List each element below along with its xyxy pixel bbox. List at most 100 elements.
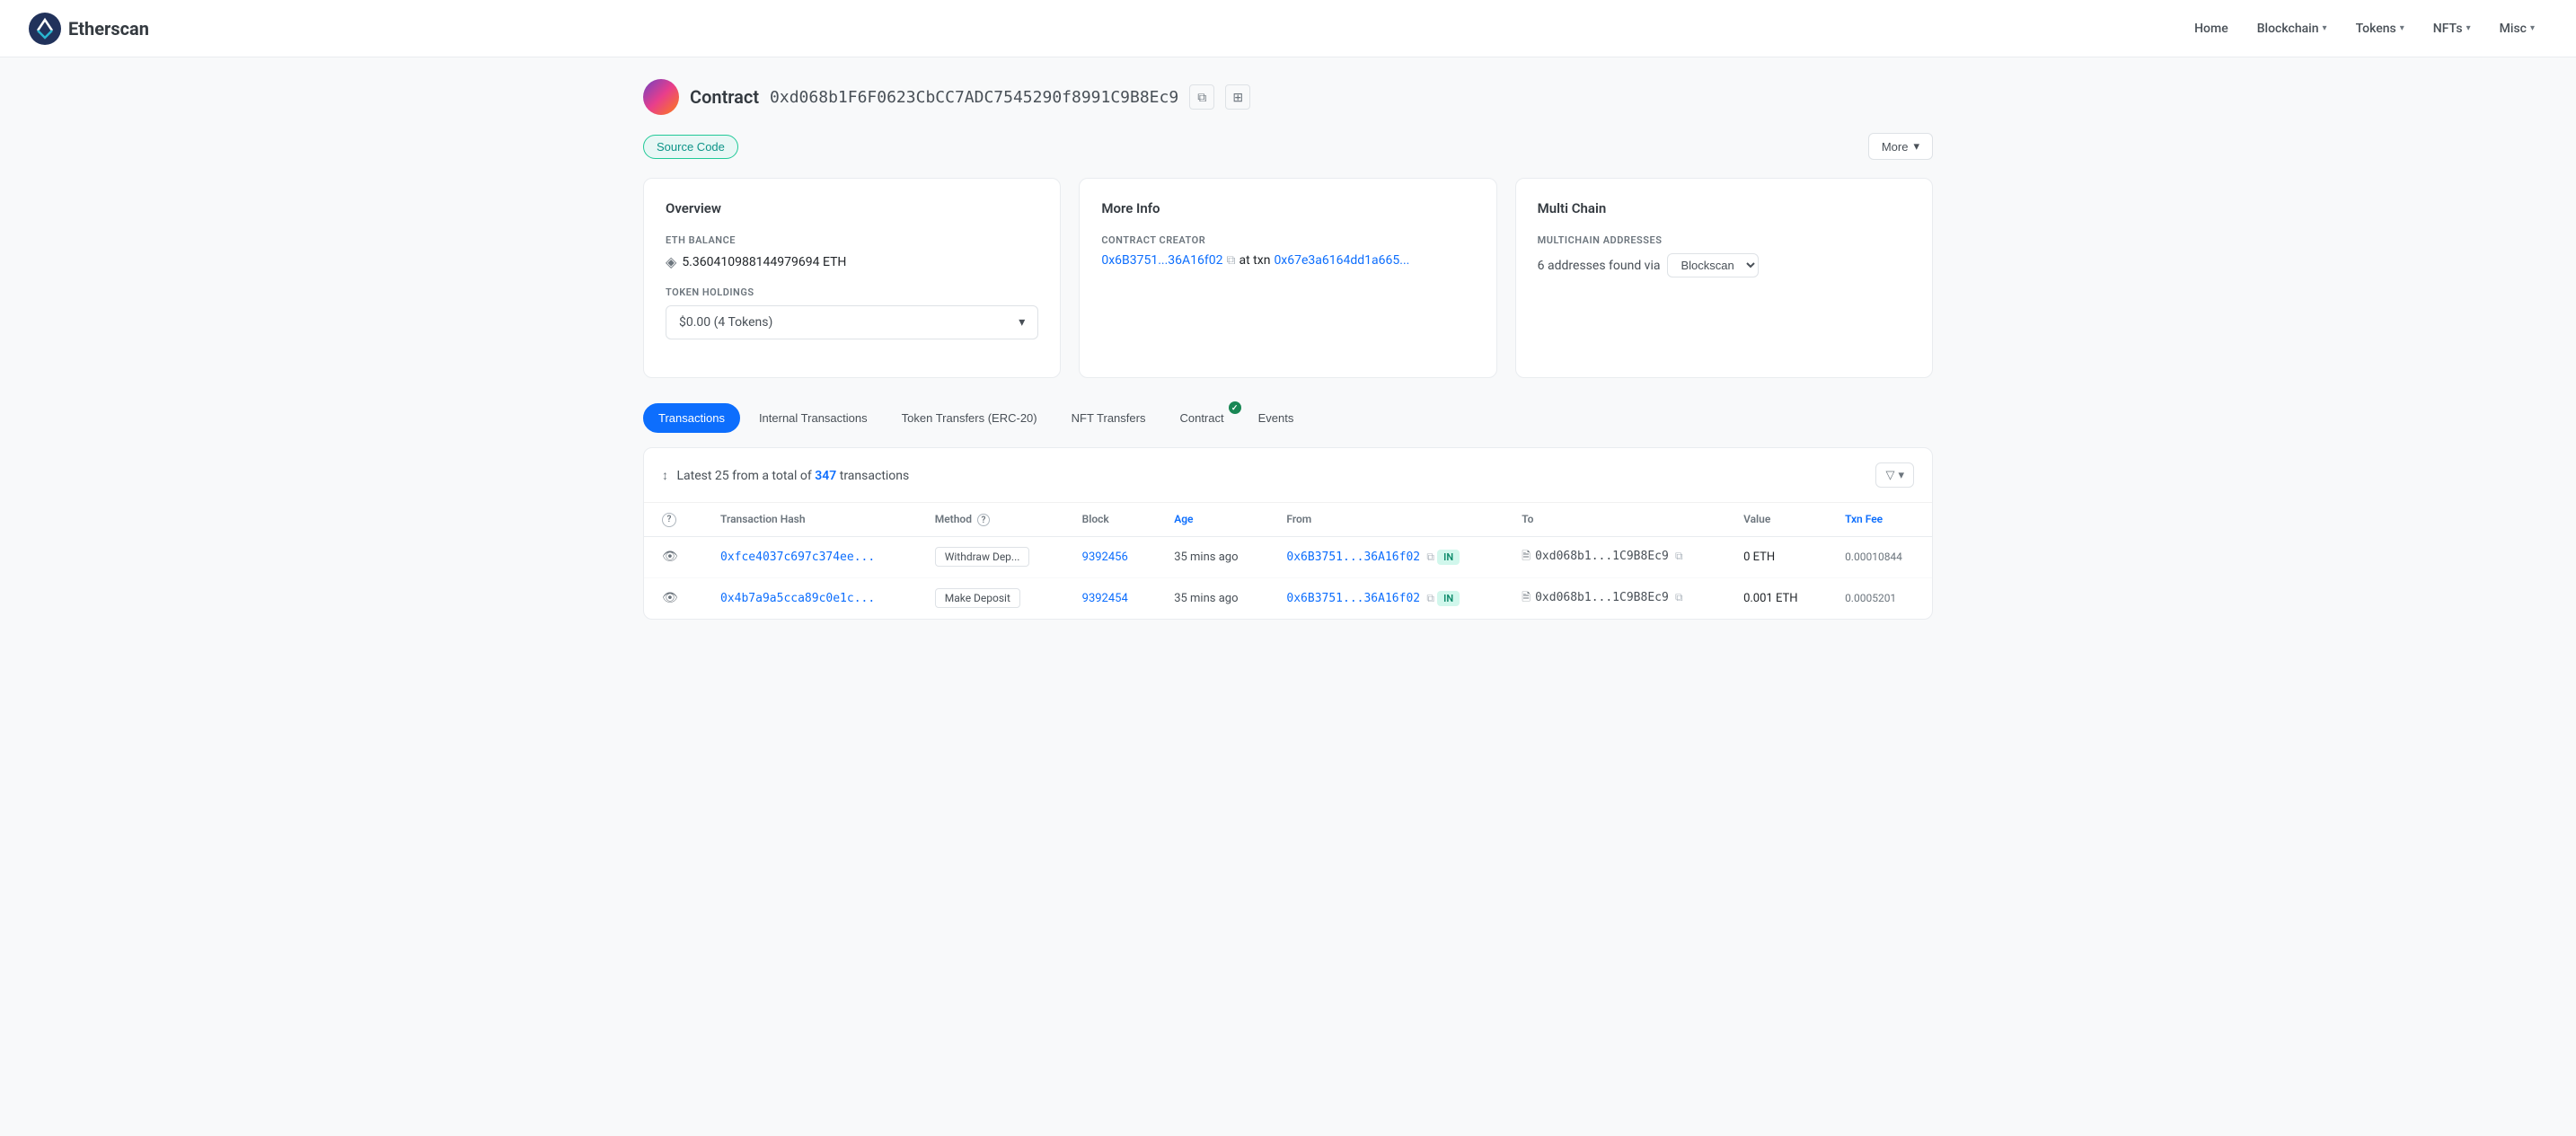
contract-creator-section: CONTRACT CREATOR 0x6B3751...36A16f02 ⧉ a… [1101,234,1474,268]
in-badge: IN [1437,550,1460,565]
eye-icon[interactable]: 👁 [662,550,678,564]
document-icon: 🗎 [1522,591,1531,603]
chevron-down-icon: ▾ [2530,23,2535,33]
to-address-link[interactable]: 0xd068b1...1C9B8Ec9 [1535,591,1669,604]
col-age: Age [1156,503,1268,536]
copy-icon[interactable]: ⧉ [1426,592,1434,604]
chevron-down-icon: ▾ [1898,468,1904,482]
chevron-down-icon: ▾ [1913,139,1919,154]
source-code-badge[interactable]: Source Code [643,135,738,159]
creator-address-link[interactable]: 0x6B3751...36A16f02 [1101,253,1222,268]
txn-fee-link[interactable]: Txn Fee [1845,513,1883,525]
col-block: Block [1064,503,1157,536]
multi-chain-card: Multi Chain MULTICHAIN ADDRESSES 6 addre… [1515,178,1933,378]
tab-nft-transfers[interactable]: NFT Transfers [1056,403,1161,433]
copy-icon[interactable]: ⧉ [1227,253,1236,268]
document-icon: 🗎 [1522,550,1531,562]
blockscan-select[interactable]: Blockscan [1667,253,1759,277]
value-text: 0.001 ETH [1743,592,1797,605]
table-row: 👁 0x4b7a9a5cca89c0e1c... Make Deposit 93… [644,577,1932,619]
method-badge: Make Deposit [935,588,1020,608]
row-eye-cell: 👁 [644,577,702,619]
chevron-down-icon: ▾ [1019,315,1025,330]
more-info-title: More Info [1101,200,1474,216]
tag-bar: Source Code More ▾ [643,133,1933,160]
multichain-row: 6 addresses found via Blockscan [1538,253,1910,277]
main-nav: Home Blockchain ▾ Tokens ▾ NFTs ▾ Misc ▾ [2182,14,2547,43]
transactions-table: ? Transaction Hash Method ? Block Age Fr… [644,503,1932,619]
chevron-down-icon: ▾ [2323,23,2327,33]
filter-button[interactable]: ▽ ▾ [1875,462,1914,488]
row-value: 0 ETH [1725,536,1827,577]
tx-hash-link[interactable]: 0x4b7a9a5cca89c0e1c... [720,592,875,605]
tab-contract[interactable]: Contract [1164,403,1239,433]
copy-icon[interactable]: ⧉ [1675,550,1683,562]
contract-creator-label: CONTRACT CREATOR [1101,234,1474,246]
tabs-bar: Transactions Internal Transactions Token… [643,403,1933,433]
age-sort-link[interactable]: Age [1174,513,1193,525]
col-icon: ? [644,503,702,536]
transactions-tbody: 👁 0xfce4037c697c374ee... Withdraw Dep...… [644,536,1932,619]
filter-icon: ▽ [1885,468,1894,482]
eye-icon[interactable]: 👁 [662,591,678,605]
more-button[interactable]: More ▾ [1868,133,1933,160]
multichain-label: MULTICHAIN ADDRESSES [1538,234,1910,246]
tab-events[interactable]: Events [1243,403,1310,433]
table-header-row: ? Transaction Hash Method ? Block Age Fr… [644,503,1932,536]
nav-nfts[interactable]: NFTs ▾ [2421,14,2483,43]
eth-balance-label: ETH BALANCE [666,234,1038,246]
method-help-icon[interactable]: ? [977,514,990,526]
tab-transactions[interactable]: Transactions [643,403,740,433]
token-holdings-section: TOKEN HOLDINGS $0.00 (4 Tokens) ▾ [666,286,1038,339]
tab-internal-transactions[interactable]: Internal Transactions [744,403,883,433]
token-holdings-dropdown[interactable]: $0.00 (4 Tokens) ▾ [666,305,1038,339]
copy-icon[interactable]: ⧉ [1426,550,1434,563]
contract-label: Contract [690,86,759,108]
row-to: 🗎 0xd068b1...1C9B8Ec9 ⧉ [1504,577,1725,619]
block-link[interactable]: 9392454 [1082,592,1128,605]
fee-text: 0.0005201 [1845,592,1896,604]
col-from: From [1268,503,1504,536]
transactions-section: ↕ Latest 25 from a total of 347 transact… [643,447,1933,620]
nav-blockchain[interactable]: Blockchain ▾ [2245,14,2340,43]
multichain-section: MULTICHAIN ADDRESSES 6 addresses found v… [1538,234,1910,277]
page-content: Contract 0xd068b1F6F0623CbCC7ADC7545290f… [614,57,1962,641]
qr-code-button[interactable]: ⊞ [1225,84,1250,110]
table-row: 👁 0xfce4037c697c374ee... Withdraw Dep...… [644,536,1932,577]
overview-title: Overview [666,200,1038,216]
block-link[interactable]: 9392456 [1082,550,1128,564]
row-eye-cell: 👁 [644,536,702,577]
age-text: 35 mins ago [1174,550,1238,564]
info-cards: Overview ETH BALANCE ◈ 5.360410988144979… [643,178,1933,378]
row-to: 🗎 0xd068b1...1C9B8Ec9 ⧉ [1504,536,1725,577]
col-to: To [1504,503,1725,536]
overview-card: Overview ETH BALANCE ◈ 5.360410988144979… [643,178,1061,378]
nav-misc[interactable]: Misc ▾ [2487,14,2547,43]
row-fee: 0.00010844 [1827,536,1932,577]
row-from: 0x6B3751...36A16f02 ⧉ IN [1268,577,1504,619]
nav-home[interactable]: Home [2182,14,2241,43]
nav-tokens[interactable]: Tokens ▾ [2343,14,2417,43]
row-tx-hash: 0xfce4037c697c374ee... [702,536,917,577]
row-block: 9392454 [1064,577,1157,619]
row-age: 35 mins ago [1156,577,1268,619]
from-address-link[interactable]: 0x6B3751...36A16f02 [1286,592,1420,605]
copy-icon[interactable]: ⧉ [1675,591,1683,603]
verified-badge [1229,401,1241,414]
row-method: Withdraw Dep... [917,536,1064,577]
at-txn-text: at txn [1239,253,1271,268]
total-count-link[interactable]: 347 [815,469,836,483]
txn-address-link[interactable]: 0x67e3a6164dd1a665... [1274,253,1409,268]
eth-diamond-icon: ◈ [666,253,676,270]
value-text: 0 ETH [1743,550,1775,564]
copy-address-button[interactable]: ⧉ [1189,84,1214,110]
row-age: 35 mins ago [1156,536,1268,577]
chevron-down-icon: ▾ [2466,23,2471,33]
to-address-link[interactable]: 0xd068b1...1C9B8Ec9 [1535,550,1669,563]
col-tx-hash: Transaction Hash [702,503,917,536]
from-address-link[interactable]: 0x6B3751...36A16f02 [1286,550,1420,564]
eth-balance-value: ◈ 5.360410988144979694 ETH [666,253,1038,270]
logo[interactable]: Etherscan [29,13,149,45]
tab-token-transfers[interactable]: Token Transfers (ERC-20) [887,403,1053,433]
tx-hash-link[interactable]: 0xfce4037c697c374ee... [720,550,875,564]
